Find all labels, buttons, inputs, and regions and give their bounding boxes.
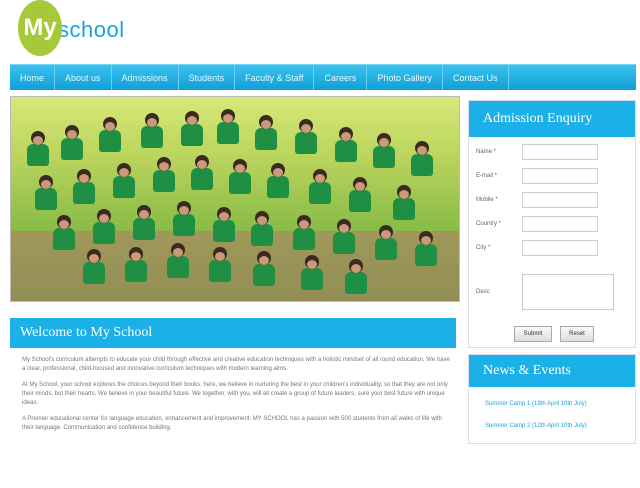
child-figure — [139, 113, 165, 153]
child-figure — [165, 243, 191, 283]
mobile-label: Mobile * — [476, 197, 498, 203]
news-title: News & Events — [469, 355, 635, 387]
nav-students[interactable]: Students — [179, 65, 236, 90]
country-field[interactable] — [522, 216, 598, 232]
child-figure — [253, 115, 279, 155]
child-figure — [97, 117, 123, 157]
child-figure — [249, 211, 275, 251]
news-item[interactable]: Summer Camp 2 (12th April 10th July) — [469, 423, 635, 429]
city-field-row: City * — [476, 240, 598, 256]
child-figure — [307, 169, 333, 209]
hero-photo — [10, 96, 460, 302]
nav-about-us[interactable]: About us — [55, 65, 112, 90]
welcome-body: My School's curriculum attempts to educa… — [22, 356, 450, 440]
child-figure — [333, 127, 359, 167]
child-figure — [131, 205, 157, 245]
child-figure — [33, 175, 59, 215]
city-label: City * — [476, 245, 491, 251]
site-logo[interactable]: My school — [18, 0, 125, 60]
child-figure — [347, 177, 373, 217]
child-figure — [123, 247, 149, 287]
email-field[interactable] — [522, 168, 598, 184]
child-figure — [413, 231, 439, 271]
child-figure — [91, 209, 117, 249]
nav-admissions[interactable]: Admissions — [112, 65, 179, 90]
child-figure — [59, 125, 85, 165]
child-figure — [291, 215, 317, 255]
child-figure — [211, 207, 237, 247]
child-figure — [299, 255, 325, 295]
welcome-paragraph: At My School, your school explores the c… — [22, 382, 448, 406]
child-figure — [265, 163, 291, 203]
welcome-paragraph: A Premier educational center for languag… — [22, 416, 442, 431]
child-figure — [227, 159, 253, 199]
enquiry-title: Admission Enquiry — [469, 101, 635, 137]
country-field-row: Country * — [476, 216, 598, 232]
name-field-row: Name * — [476, 144, 598, 160]
child-figure — [25, 131, 51, 171]
nav-faculty-staff[interactable]: Faculty & Staff — [235, 65, 315, 90]
news-events-panel: News & Events Summer Camp 1 (19th April … — [468, 354, 636, 444]
child-figure — [251, 251, 277, 291]
welcome-title: Welcome to My School — [10, 318, 456, 348]
child-figure — [71, 169, 97, 209]
child-figure — [207, 247, 233, 287]
child-figure — [371, 133, 397, 173]
name-label: Name * — [476, 149, 497, 155]
child-figure — [373, 225, 399, 265]
logo-text: school — [58, 17, 125, 42]
nav-contact-us[interactable]: Contact Us — [443, 65, 509, 90]
child-figure — [331, 219, 357, 259]
child-figure — [111, 163, 137, 203]
child-figure — [343, 259, 369, 299]
child-figure — [179, 111, 205, 151]
child-figure — [391, 185, 417, 225]
name-field[interactable] — [522, 144, 598, 160]
child-figure — [189, 155, 215, 195]
main-nav: Home About us Admissions Students Facult… — [10, 64, 636, 90]
country-label: Country * — [476, 221, 502, 227]
city-field[interactable] — [522, 240, 598, 256]
news-item[interactable]: Summer Camp 1 (19th April 10th July) — [469, 401, 635, 407]
child-figure — [51, 215, 77, 255]
child-figure — [171, 201, 197, 241]
desc-label: Desc — [476, 289, 490, 295]
desc-textarea[interactable] — [522, 274, 614, 310]
nav-careers[interactable]: Careers — [314, 65, 368, 90]
nav-photo-gallery[interactable]: Photo Gallery — [367, 65, 443, 90]
nav-home[interactable]: Home — [10, 65, 56, 90]
child-figure — [151, 157, 177, 197]
submit-button[interactable]: Submit — [514, 326, 552, 342]
welcome-paragraph: My School's curriculum attempts to educa… — [22, 357, 450, 372]
child-figure — [81, 249, 107, 289]
logo-badge: My — [18, 0, 62, 56]
reset-button[interactable]: Reset — [560, 326, 594, 342]
child-figure — [215, 109, 241, 149]
child-figure — [409, 141, 435, 181]
email-label: E-mail * — [476, 173, 498, 179]
child-figure — [293, 119, 319, 159]
email-field-row: E-mail * — [476, 168, 598, 184]
desc-field-row: Desc — [476, 274, 614, 310]
mobile-field[interactable] — [522, 192, 598, 208]
mobile-field-row: Mobile * — [476, 192, 598, 208]
